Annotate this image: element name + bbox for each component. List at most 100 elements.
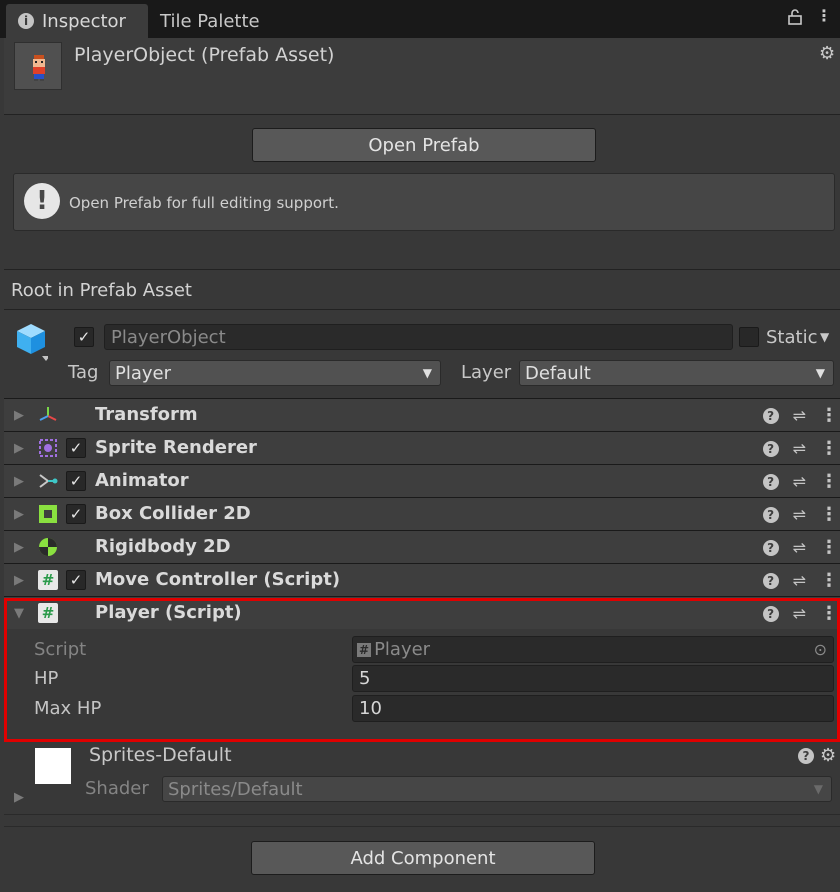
foldout-arrow-icon[interactable]: ▶ (14, 540, 24, 555)
prefab-thumbnail (14, 42, 62, 90)
script-file-icon: # (357, 642, 372, 657)
script-icon: # (38, 603, 58, 623)
component-row-transform[interactable]: ▶ Transform ? ⇌ ⋮ (4, 398, 840, 431)
component-enabled-checkbox[interactable]: ✓ (66, 471, 86, 491)
layer-dropdown[interactable]: Default ▼ (519, 360, 834, 386)
presets-icon[interactable]: ⇌ (793, 538, 806, 557)
help-icon[interactable]: ? (762, 473, 779, 490)
more-options-icon[interactable]: ⋮ (820, 537, 838, 558)
more-options-icon[interactable]: ⋮ (820, 471, 838, 492)
player-sprite-icon (33, 55, 45, 81)
hp-input[interactable]: 5 (352, 665, 834, 692)
foldout-arrow-icon[interactable]: ▶ (14, 507, 24, 522)
hp-label: HP (34, 668, 59, 689)
tab-tile-palette-label: Tile Palette (160, 10, 260, 32)
divider (4, 814, 840, 815)
help-icon[interactable]: ? (762, 407, 779, 424)
tab-inspector[interactable]: i Inspector (6, 4, 148, 38)
add-component-label: Add Component (350, 847, 496, 869)
foldout-arrow-expanded-icon[interactable]: ▼ (14, 606, 24, 621)
material-preview (35, 748, 71, 784)
more-options-icon[interactable]: ⋮ (820, 405, 838, 426)
max-hp-input[interactable]: 10 (352, 695, 834, 722)
layer-label: Layer (461, 362, 512, 383)
divider (4, 114, 840, 115)
component-row-player-script[interactable]: ▼ # Player (Script) ? ⇌ ⋮ (4, 596, 840, 629)
more-options-icon[interactable]: ⋮ (820, 438, 838, 459)
rigidbody-icon (38, 537, 58, 557)
material-header-icons: ? ⚙ (798, 745, 836, 766)
divider (4, 826, 840, 827)
inspector-title: PlayerObject (Prefab Asset) (74, 44, 335, 66)
presets-icon[interactable]: ⇌ (793, 604, 806, 623)
chevron-down-icon: ▼ (815, 366, 825, 380)
shader-label: Shader (85, 778, 149, 799)
foldout-arrow-icon[interactable]: ▶ (14, 441, 24, 456)
static-dropdown-icon[interactable]: ▼ (820, 330, 829, 344)
component-name: Player (Script) (95, 602, 242, 623)
open-prefab-button[interactable]: Open Prefab (252, 128, 596, 162)
script-field[interactable]: # Player ⊙ (352, 636, 834, 663)
material-name: Sprites-Default (89, 744, 232, 766)
foldout-arrow-icon[interactable]: ▶ (14, 790, 24, 805)
component-name: Rigidbody 2D (95, 536, 231, 557)
box-collider-icon (38, 504, 58, 524)
shader-dropdown[interactable]: Sprites/Default ▼ (162, 776, 832, 802)
presets-icon[interactable]: ⇌ (793, 472, 806, 491)
help-icon[interactable]: ? (762, 605, 779, 622)
help-icon[interactable]: ? (798, 747, 814, 764)
component-row-rigidbody-2d[interactable]: ▶ Rigidbody 2D ? ⇌ ⋮ (4, 530, 840, 563)
divider (4, 309, 840, 310)
help-box: ! Open Prefab for full editing support. (13, 173, 835, 231)
presets-icon[interactable]: ⇌ (793, 406, 806, 425)
object-picker-icon[interactable]: ⊙ (814, 640, 827, 659)
animator-icon (38, 471, 58, 491)
gear-icon[interactable]: ⚙ (820, 745, 836, 766)
layer-value: Default (525, 362, 591, 384)
gear-icon[interactable]: ⚙ (819, 43, 835, 64)
help-icon[interactable]: ? (762, 506, 779, 523)
more-options-icon[interactable]: ⋮ (820, 504, 838, 525)
more-options-icon[interactable]: ⋮ (816, 6, 832, 25)
gameobject-icon[interactable] (14, 322, 50, 368)
tab-tile-palette[interactable]: Tile Palette (160, 4, 260, 38)
lock-icon[interactable] (788, 9, 802, 29)
component-enabled-checkbox[interactable]: ✓ (66, 570, 86, 590)
component-enabled-checkbox[interactable]: ✓ (66, 438, 86, 458)
component-row-animator[interactable]: ▶ ✓ Animator ? ⇌ ⋮ (4, 464, 840, 497)
script-label: Script (34, 639, 87, 660)
gameobject-name-field[interactable]: PlayerObject (104, 324, 733, 350)
component-enabled-checkbox[interactable]: ✓ (66, 504, 86, 524)
presets-icon[interactable]: ⇌ (793, 439, 806, 458)
static-label: Static (766, 327, 818, 348)
static-checkbox[interactable]: ✓ (739, 327, 759, 347)
divider (4, 269, 840, 270)
help-icon[interactable]: ? (762, 539, 779, 556)
component-name: Sprite Renderer (95, 437, 257, 458)
max-hp-label: Max HP (34, 698, 102, 719)
add-component-button[interactable]: Add Component (251, 841, 595, 875)
more-options-icon[interactable]: ⋮ (820, 603, 838, 624)
component-name: Animator (95, 470, 189, 491)
foldout-arrow-icon[interactable]: ▶ (14, 573, 24, 588)
help-icon[interactable]: ? (762, 572, 779, 589)
root-label: Root in Prefab Asset (11, 280, 192, 301)
sprite-renderer-icon (38, 438, 58, 458)
tag-dropdown[interactable]: Player ▼ (109, 360, 441, 386)
component-name: Move Controller (Script) (95, 569, 341, 590)
help-text: Open Prefab for full editing support. (69, 194, 339, 212)
presets-icon[interactable]: ⇌ (793, 571, 806, 590)
presets-icon[interactable]: ⇌ (793, 505, 806, 524)
component-row-sprite-renderer[interactable]: ▶ ✓ Sprite Renderer ? ⇌ ⋮ (4, 431, 840, 464)
component-row-box-collider-2d[interactable]: ▶ ✓ Box Collider 2D ? ⇌ ⋮ (4, 497, 840, 530)
component-row-move-controller[interactable]: ▶ # ✓ Move Controller (Script) ? ⇌ ⋮ (4, 563, 840, 596)
tag-label: Tag (68, 362, 99, 383)
gameobject-active-checkbox[interactable]: ✓ (74, 327, 94, 347)
chevron-down-icon: ▼ (813, 782, 823, 796)
more-options-icon[interactable]: ⋮ (820, 570, 838, 591)
foldout-arrow-icon[interactable]: ▶ (14, 474, 24, 489)
chevron-down-icon: ▼ (422, 366, 432, 380)
foldout-arrow-icon[interactable]: ▶ (14, 408, 24, 423)
help-icon[interactable]: ? (762, 440, 779, 457)
script-icon: # (38, 570, 58, 590)
